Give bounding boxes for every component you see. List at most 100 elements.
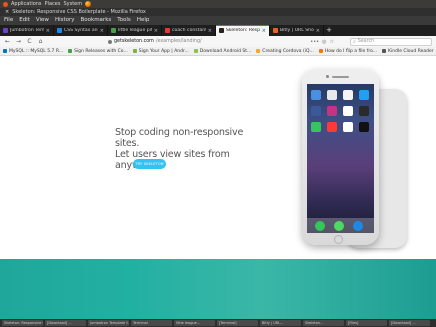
url-host: getskeleton.com xyxy=(114,39,154,44)
taskbar-item[interactable]: [Files] xyxy=(346,320,387,326)
bookmark-item[interactable]: Sign Releases with Co... xyxy=(68,49,128,54)
url-path: /examples/landing/ xyxy=(155,39,202,44)
close-tab-icon[interactable]: × xyxy=(46,28,50,34)
info-icon[interactable] xyxy=(108,39,112,44)
reload-button[interactable]: C xyxy=(26,36,33,47)
bookmarks-toolbar: MySQL :: MySQL 5.7 R... Sign Releases wi… xyxy=(0,47,436,56)
desktop-screen: Applications Places System × Skeleton: R… xyxy=(0,0,436,327)
safari-app-icon xyxy=(353,221,363,231)
taskbar-item[interactable]: Skeleton: Responsive C... xyxy=(2,320,43,326)
taskbar: Skeleton: Responsive C... [Download] ...… xyxy=(0,319,436,327)
app-icon xyxy=(343,122,353,132)
close-tab-icon[interactable]: × xyxy=(100,28,104,34)
taskbar-item[interactable]: Terminal xyxy=(131,320,172,326)
menu-system[interactable]: System xyxy=(63,0,82,8)
bookmark-item[interactable]: Download Android St... xyxy=(193,49,251,54)
app-icon xyxy=(327,122,337,132)
bookmark-item[interactable]: How do I flip a file fro... xyxy=(318,48,378,54)
speaker-icon xyxy=(332,76,349,78)
window-title: Skeleton: Responsive CSS Boilerplate - M… xyxy=(12,9,146,15)
bookmark-item[interactable]: Creating Cordova (iQ... xyxy=(256,49,314,54)
url-bar[interactable]: getskeleton.com /examples/landing/ xyxy=(108,38,306,46)
taskbar-item[interactable]: [Terminal] xyxy=(217,320,258,326)
search-input[interactable]: ⌕ Search xyxy=(350,37,432,46)
tab-title: Bitly | URL Shortener, C xyxy=(280,28,314,33)
bookmark-icon xyxy=(68,49,73,53)
app-icon xyxy=(343,106,353,116)
bookmark-icon xyxy=(3,49,7,53)
messages-app-icon xyxy=(334,221,344,231)
bookmark-label: Creating Cordova (iQ... xyxy=(262,48,314,54)
app-icon xyxy=(311,106,321,116)
bookmark-icon xyxy=(318,49,323,53)
taskbar-item[interactable]: Bitly | URL... xyxy=(260,320,301,326)
tab-strip: Jumbotron Template f × CSS Syntax and Se… xyxy=(0,25,436,36)
favicon-icon xyxy=(57,28,62,33)
tab-little-league[interactable]: little league pitcher ba × xyxy=(108,25,162,36)
ubuntu-logo-icon[interactable] xyxy=(3,1,8,7)
firefox-launcher-icon[interactable] xyxy=(85,1,92,7)
home-button-icon xyxy=(334,235,343,244)
menu-bookmarks[interactable]: Bookmarks xyxy=(81,16,112,25)
close-tab-icon[interactable]: × xyxy=(262,28,266,34)
phone-screen xyxy=(307,84,374,233)
back-button[interactable]: ← xyxy=(4,36,11,47)
app-icon xyxy=(311,90,321,100)
menu-applications[interactable]: Applications xyxy=(11,0,42,8)
tab-title: CSS Syntax and Selecto xyxy=(64,28,98,33)
close-window-icon[interactable]: × xyxy=(5,8,9,16)
favicon-icon xyxy=(111,28,116,33)
camera-icon xyxy=(326,75,329,78)
page-actions-icon[interactable]: ••• xyxy=(310,39,319,45)
forward-button[interactable]: → xyxy=(15,36,22,47)
bookmark-item[interactable]: MySQL :: MySQL 5.7 R... xyxy=(3,49,63,54)
menu-help[interactable]: Help xyxy=(137,16,150,25)
search-icon: ⌕ xyxy=(353,39,356,45)
system-panel: Applications Places System xyxy=(0,0,436,8)
hero-line-1: Stop coding non-responsive sites. xyxy=(115,127,244,149)
tab-title: Jumbotron Template f xyxy=(10,28,44,33)
taskbar-item[interactable]: Skeleton... xyxy=(303,320,344,326)
app-icon xyxy=(311,122,321,132)
taskbar-item[interactable]: [Download] ... xyxy=(45,320,86,326)
menu-view[interactable]: View xyxy=(36,16,49,25)
tab-coach[interactable]: coach constantly telling × xyxy=(162,25,216,36)
menu-tools[interactable]: Tools xyxy=(117,16,131,25)
tab-title: little league pitcher ba xyxy=(118,28,152,33)
taskbar-item[interactable]: little league... xyxy=(174,320,215,326)
app-icon xyxy=(359,106,369,116)
favicon-icon xyxy=(165,28,170,33)
taskbar-item[interactable]: [Download] ... xyxy=(389,320,430,326)
taskbar-item[interactable]: Jumbotron Template f... xyxy=(88,320,129,326)
bookmark-star-icon[interactable]: ☆ xyxy=(330,39,334,45)
page-content: Stop coding non-responsive sites. Let us… xyxy=(0,56,436,319)
try-skeleton-button[interactable]: TRY SKELETON xyxy=(133,159,166,169)
bookmark-label: Kindle Cloud Reader xyxy=(388,48,434,54)
close-tab-icon[interactable]: × xyxy=(208,28,212,34)
navigation-bar: ← → C ⌂ getskeleton.com /examples/landin… xyxy=(0,36,436,47)
bookmark-item[interactable]: Kindle Cloud Reader xyxy=(382,49,434,54)
app-icon xyxy=(359,122,369,132)
favicon-icon xyxy=(3,28,8,33)
home-button[interactable]: ⌂ xyxy=(37,36,44,47)
menu-places[interactable]: Places xyxy=(45,0,61,8)
bookmark-item[interactable]: Sign Your App | Andr... xyxy=(132,49,189,54)
tab-jumbotron[interactable]: Jumbotron Template f × xyxy=(0,25,54,36)
menu-file[interactable]: File xyxy=(4,16,13,25)
close-tab-icon[interactable]: × xyxy=(316,28,320,34)
new-tab-button[interactable]: + xyxy=(324,25,334,36)
pocket-icon[interactable]: ◎ xyxy=(322,39,326,45)
close-tab-icon[interactable]: × xyxy=(154,28,158,34)
bookmark-icon xyxy=(193,49,198,53)
menu-history[interactable]: History xyxy=(55,16,75,25)
tab-title: coach constantly telling xyxy=(172,28,206,33)
bookmark-label: How do I flip a file fro... xyxy=(324,48,378,54)
tab-css-syntax[interactable]: CSS Syntax and Selecto × xyxy=(54,25,108,36)
tab-bitly[interactable]: Bitly | URL Shortener, C × xyxy=(270,25,324,36)
teal-section xyxy=(0,259,436,319)
app-icon xyxy=(327,90,337,100)
phone-image xyxy=(302,69,379,245)
menu-edit[interactable]: Edit xyxy=(19,16,30,25)
tab-skeleton[interactable]: Skeleton: Responsive C × xyxy=(216,25,270,36)
tab-title: Skeleton: Responsive C xyxy=(226,28,260,33)
